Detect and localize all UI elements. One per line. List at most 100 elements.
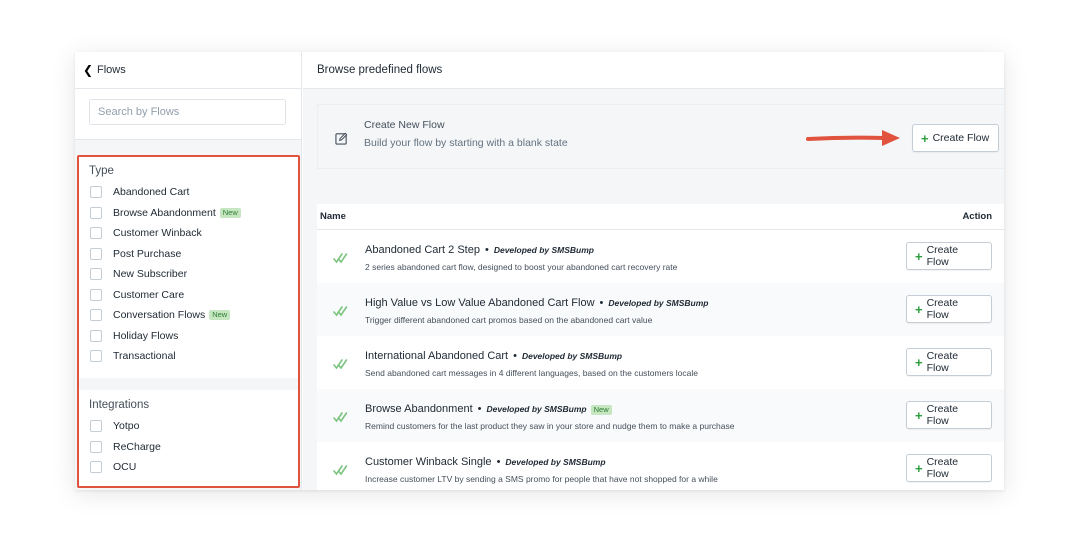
checkbox[interactable] — [90, 268, 102, 281]
type-filter-option[interactable]: Abandoned Cart — [79, 182, 298, 203]
red-arrow-icon — [806, 130, 900, 146]
checkbox[interactable] — [90, 440, 102, 453]
create-flow-button[interactable]: + Create Flow — [912, 124, 999, 152]
create-flow-label: Create Flow — [926, 244, 959, 268]
create-flow-button[interactable]: + Create Flow — [906, 454, 992, 482]
flow-developer: Developed by SMSBump — [486, 404, 587, 414]
create-flow-label: Create Flow — [926, 297, 959, 321]
table-row: Customer Winback Single • Developed by SMS… — [317, 442, 1004, 490]
checkbox[interactable] — [90, 461, 102, 474]
double-check-icon — [333, 412, 348, 423]
flow-title: Customer Winback Single • Developed by SMS… — [365, 456, 606, 468]
type-filter-option[interactable]: Holiday Flows — [79, 326, 298, 347]
flow-developer: Developed by SMSBump — [521, 351, 623, 361]
search-input[interactable] — [89, 99, 286, 125]
flow-title: High Value vs Low Value Abandoned Cart F… — [365, 297, 709, 309]
plus-icon: + — [915, 301, 923, 317]
type-filter-option[interactable]: Customer Winback — [79, 223, 298, 244]
type-option-label: Holiday Flows — [113, 329, 179, 342]
type-filter-option[interactable]: Transactional — [79, 346, 298, 367]
checkbox[interactable] — [90, 186, 102, 199]
table-body: Abandoned Cart 2 Step • Developed by SMSBu… — [317, 230, 1004, 490]
type-filter-option[interactable]: New Subscriber — [79, 264, 298, 285]
type-option-label: Customer Care — [113, 288, 185, 301]
type-option-label: New Subscriber — [113, 268, 188, 281]
integration-option-label: OCU — [113, 461, 137, 474]
table-header: Name Action — [317, 204, 1004, 230]
type-filter-group: Type Abandoned Cart Browse Abandonment New… — [79, 156, 298, 378]
integration-filter-option[interactable]: OCU — [79, 457, 298, 478]
create-flow-button[interactable]: + Create Flow — [906, 295, 992, 323]
double-check-icon — [333, 253, 348, 264]
type-filter-option[interactable]: Customer Care — [79, 285, 298, 306]
new-badge: New — [590, 405, 612, 416]
checkbox[interactable] — [90, 420, 102, 433]
plus-icon: + — [915, 460, 923, 476]
checkbox[interactable] — [90, 309, 102, 322]
integration-option-label: ReCharge — [113, 440, 161, 453]
flow-name: Customer Winback Single — [365, 456, 492, 468]
type-filter-option[interactable]: Conversation Flows New — [79, 305, 298, 326]
sidebar: ❮ Flows Type Abandoned Cart Browse Abando… — [75, 52, 302, 490]
flow-name: Browse Abandonment — [365, 403, 473, 415]
double-check-icon — [333, 306, 348, 317]
edit-icon — [335, 132, 348, 145]
table-row: International Abandoned Cart • Developed b… — [317, 336, 1004, 389]
create-new-flow-card: Create New Flow Build your flow by start… — [317, 104, 1004, 169]
back-to-flows[interactable]: ❮ Flows — [75, 52, 301, 89]
checkbox[interactable] — [90, 227, 102, 240]
type-filter-option[interactable]: Post Purchase — [79, 244, 298, 265]
column-action: Action — [962, 211, 992, 222]
checkbox[interactable] — [90, 206, 102, 219]
flow-developer: Developed by SMSBump — [493, 245, 594, 255]
type-option-label: Abandoned Cart — [113, 186, 190, 199]
flow-title: Abandoned Cart 2 Step • Developed by SMSBu… — [365, 244, 594, 256]
separator-dot: • — [484, 244, 489, 256]
create-flow-button[interactable]: + Create Flow — [906, 348, 992, 376]
create-flow-label: Create Flow — [926, 456, 959, 480]
flow-title: Browse Abandonment • Developed by SMSBump N… — [365, 403, 612, 416]
type-filter-title: Type — [89, 165, 114, 177]
create-flow-label: Create Flow — [926, 350, 959, 374]
type-option-label: Conversation Flows — [113, 309, 206, 322]
flow-name: International Abandoned Cart — [365, 350, 509, 362]
flows-app: ❮ Flows Type Abandoned Cart Browse Abando… — [75, 52, 1004, 490]
flow-developer: Developed by SMSBump — [505, 457, 606, 467]
checkbox[interactable] — [90, 247, 102, 260]
type-option-label: Transactional — [113, 350, 176, 363]
table-row: High Value vs Low Value Abandoned Cart F… — [317, 283, 1004, 336]
checkbox[interactable] — [90, 288, 102, 301]
integration-filter-option[interactable]: ReCharge — [79, 437, 298, 458]
separator-dot: • — [496, 456, 501, 468]
new-flow-subtitle: Build your flow by starting with a blank… — [364, 137, 568, 149]
separator-dot: • — [477, 403, 482, 415]
checkbox[interactable] — [90, 350, 102, 363]
flow-developer: Developed by SMSBump — [608, 298, 709, 308]
flow-description: 2 series abandoned cart flow, designed t… — [365, 262, 678, 272]
separator-dot: • — [513, 350, 517, 362]
flow-name: Abandoned Cart 2 Step — [365, 244, 480, 256]
type-option-label: Browse Abandonment — [113, 206, 216, 219]
flow-description: Send abandoned cart messages in 4 differ… — [365, 368, 698, 378]
back-label: Flows — [97, 64, 126, 76]
type-filter-list: Abandoned Cart Browse Abandonment New Custo… — [79, 182, 298, 367]
integrations-filter-list: Yotpo ReCharge OCU — [79, 416, 298, 478]
predefined-flows-table: Name Action Abandoned Cart 2 Step • Develo… — [317, 204, 1004, 490]
main-panel: Browse predefined flows Create New Flow … — [303, 52, 1004, 490]
create-flow-button[interactable]: + Create Flow — [906, 242, 992, 270]
integration-filter-option[interactable]: Yotpo — [79, 416, 298, 437]
chevron-left-icon: ❮ — [83, 63, 94, 77]
table-row: Browse Abandonment • Developed by SMSBump N… — [317, 389, 1004, 442]
type-filter-option[interactable]: Browse Abandonment New — [79, 203, 298, 224]
type-option-label: Post Purchase — [113, 247, 182, 260]
flow-description: Increase customer LTV by sending a SMS p… — [365, 474, 718, 484]
plus-icon: + — [915, 248, 923, 264]
create-flow-label: Create Flow — [932, 132, 990, 144]
separator-dot: • — [599, 297, 604, 309]
new-badge: New — [209, 310, 231, 321]
integrations-filter-group: Integrations Yotpo ReCharge OCU — [79, 390, 298, 488]
checkbox[interactable] — [90, 329, 102, 342]
page-title: Browse predefined flows — [303, 52, 1004, 89]
create-flow-button[interactable]: + Create Flow — [906, 401, 992, 429]
double-check-icon — [333, 465, 348, 476]
